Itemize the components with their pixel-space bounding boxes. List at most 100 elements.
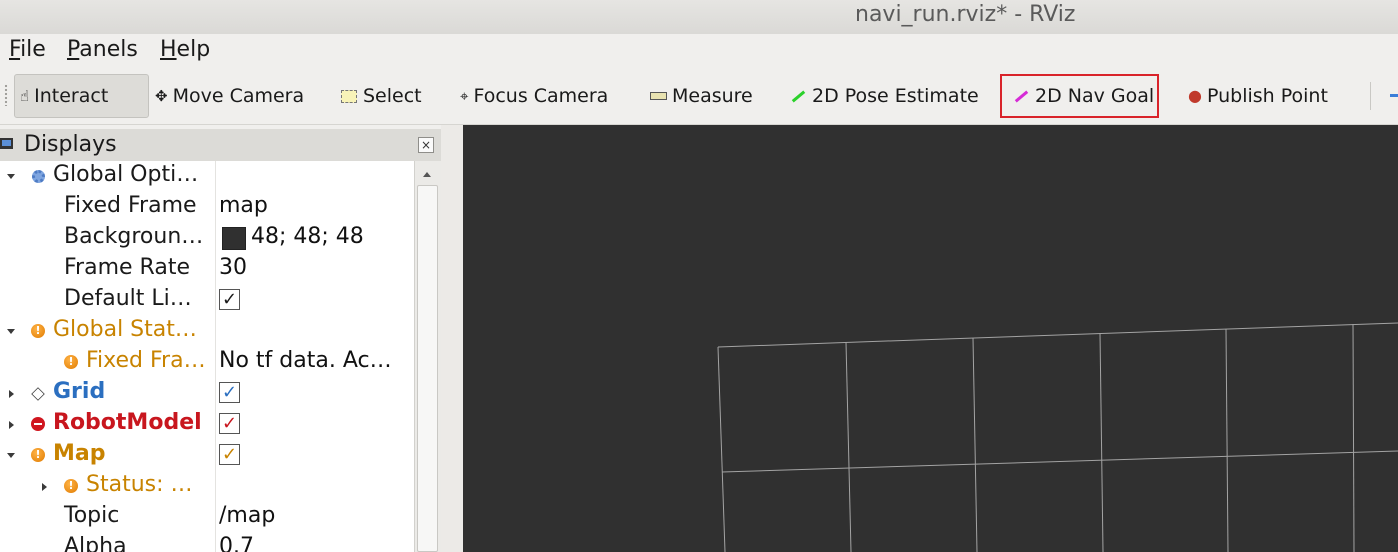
expand-arrow-icon[interactable] [7, 453, 15, 458]
menu-bar: File Panels Help [0, 34, 1398, 68]
interact-tool-button[interactable]: ☝ Interact [14, 74, 149, 118]
map-pin-icon: ● [1188, 86, 1202, 105]
focus-camera-tool-button[interactable]: ⌖ Focus Camera [460, 74, 608, 118]
move-camera-icon: ✥ [155, 86, 168, 105]
tree-row-fixed-frame[interactable]: Fixed Frame map [0, 192, 414, 223]
grid-icon [31, 387, 45, 401]
gear-icon [32, 170, 45, 183]
measure-tool-label: Measure [672, 85, 753, 107]
publish-point-tool-button[interactable]: ● Publish Point [1188, 74, 1328, 118]
tree-row-global-options[interactable]: Global Opti… [0, 161, 414, 192]
background-color-value[interactable]: 48; 48; 48 [251, 224, 364, 249]
warning-icon: ! [64, 355, 78, 369]
displays-panel-title: Displays [24, 132, 117, 157]
tree-row-default-light[interactable]: Default Li… ✓ [0, 285, 414, 316]
2d-nav-goal-tool-button[interactable]: 2D Nav Goal [1000, 74, 1159, 118]
green-arrow-icon [791, 90, 806, 102]
grid-line [721, 450, 1398, 473]
tree-row-fixed-frame-status[interactable]: ! Fixed Fra… No tf data. Ac… [0, 347, 414, 378]
toolbar-overflow-icon[interactable] [1390, 94, 1398, 97]
tree-row-name: Fixed Fra… [86, 348, 206, 373]
tree-row-grid[interactable]: Grid ✓ [0, 378, 414, 409]
tree-row-name: Topic [64, 503, 120, 528]
2d-pose-estimate-tool-label: 2D Pose Estimate [812, 85, 979, 107]
tree-row-name: Global Stat… [53, 317, 197, 342]
grid-line [845, 341, 852, 552]
tree-row-alpha[interactable]: Alpha 0.7 [0, 533, 414, 552]
2d-pose-estimate-tool-button[interactable]: 2D Pose Estimate [791, 74, 979, 118]
2d-nav-goal-tool-label: 2D Nav Goal [1035, 85, 1155, 107]
select-box-icon [341, 89, 357, 103]
displays-scrollbar[interactable] [414, 161, 441, 552]
menu-file[interactable]: File [9, 37, 46, 62]
topic-value[interactable]: /map [219, 503, 275, 528]
fixed-frame-value[interactable]: map [219, 193, 268, 218]
grid-line [1352, 323, 1355, 552]
collapse-arrow-icon[interactable] [42, 483, 47, 491]
grid-line [717, 322, 1398, 348]
grid-line [1099, 332, 1104, 552]
tree-row-name: Alpha [64, 534, 127, 552]
tree-row-global-status[interactable]: ! Global Stat… [0, 316, 414, 347]
title-bar: navi_run.rviz* - RViz [0, 0, 1398, 35]
color-swatch[interactable] [222, 227, 246, 250]
grid-checkbox[interactable]: ✓ [219, 382, 240, 403]
grid-line [972, 337, 978, 552]
tree-row-name: Default Li… [64, 286, 192, 311]
move-camera-tool-button[interactable]: ✥ Move Camera [155, 74, 304, 118]
toolbar-separator [1370, 82, 1371, 110]
tree-row-name: RobotModel [53, 410, 202, 435]
warning-icon: ! [64, 479, 78, 493]
alpha-value[interactable]: 0.7 [219, 534, 254, 552]
publish-point-tool-label: Publish Point [1206, 85, 1328, 107]
select-tool-button[interactable]: Select [341, 74, 422, 118]
default-light-checkbox[interactable]: ✓ [219, 289, 240, 310]
displays-panel-header: Displays × [0, 129, 441, 161]
robot-model-checkbox[interactable]: ✓ [219, 413, 240, 434]
tree-row-topic[interactable]: Topic /map [0, 502, 414, 533]
collapse-arrow-icon[interactable] [9, 390, 14, 398]
menu-help[interactable]: Help [160, 37, 210, 62]
tree-row-name: Global Opti… [53, 162, 199, 187]
scroll-up-icon[interactable] [423, 172, 431, 177]
tree-row-name: Map [53, 441, 106, 466]
grid-line [1225, 328, 1229, 552]
ruler-icon [650, 92, 667, 100]
measure-tool-button[interactable]: Measure [650, 74, 753, 118]
move-camera-tool-label: Move Camera [172, 85, 305, 107]
3d-render-viewport[interactable] [463, 125, 1398, 552]
tree-row-name: Status: … [86, 472, 193, 497]
tree-row-map[interactable]: ! Map ✓ [0, 440, 414, 471]
collapse-arrow-icon[interactable] [9, 421, 14, 429]
tool-bar: ☝ Interact ✥ Move Camera Select ⌖ Focus … [0, 68, 1398, 125]
menu-panels[interactable]: Panels [67, 37, 138, 62]
panel-splitter[interactable] [441, 125, 463, 552]
grid-line [717, 346, 726, 552]
tree-row-name: Fixed Frame [64, 193, 197, 218]
frame-rate-value[interactable]: 30 [219, 255, 247, 280]
tree-row-name: Grid [53, 379, 106, 404]
interact-tool-label: Interact [34, 85, 109, 107]
toolbar-grip-handle[interactable] [4, 84, 8, 106]
focus-camera-tool-label: Focus Camera [473, 85, 609, 107]
tree-row-frame-rate[interactable]: Frame Rate 30 [0, 254, 414, 285]
scrollbar-thumb[interactable] [417, 185, 438, 552]
focus-crosshair-icon: ⌖ [460, 86, 469, 105]
displays-panel: Displays × Global Opti… Fixed Frame map … [0, 125, 441, 552]
tree-row-name: Backgroun… [64, 224, 204, 249]
tree-row-map-status[interactable]: ! Status: … [0, 471, 414, 502]
tree-row-background-color[interactable]: Backgroun… 48; 48; 48 [0, 223, 414, 254]
displays-tree: Global Opti… Fixed Frame map Backgroun… … [0, 161, 414, 552]
map-checkbox[interactable]: ✓ [219, 444, 240, 465]
ground-grid [717, 322, 1398, 552]
expand-arrow-icon[interactable] [7, 174, 15, 179]
select-tool-label: Select [363, 85, 422, 107]
window-title: navi_run.rviz* - RViz [855, 2, 1076, 27]
tree-row-robot-model[interactable]: RobotModel ✓ [0, 409, 414, 440]
close-icon[interactable]: × [418, 137, 434, 153]
error-icon [31, 417, 45, 431]
expand-arrow-icon[interactable] [7, 329, 15, 334]
tree-row-name: Frame Rate [64, 255, 190, 280]
warning-icon: ! [31, 448, 45, 462]
hand-pointer-icon: ☝ [20, 86, 30, 105]
